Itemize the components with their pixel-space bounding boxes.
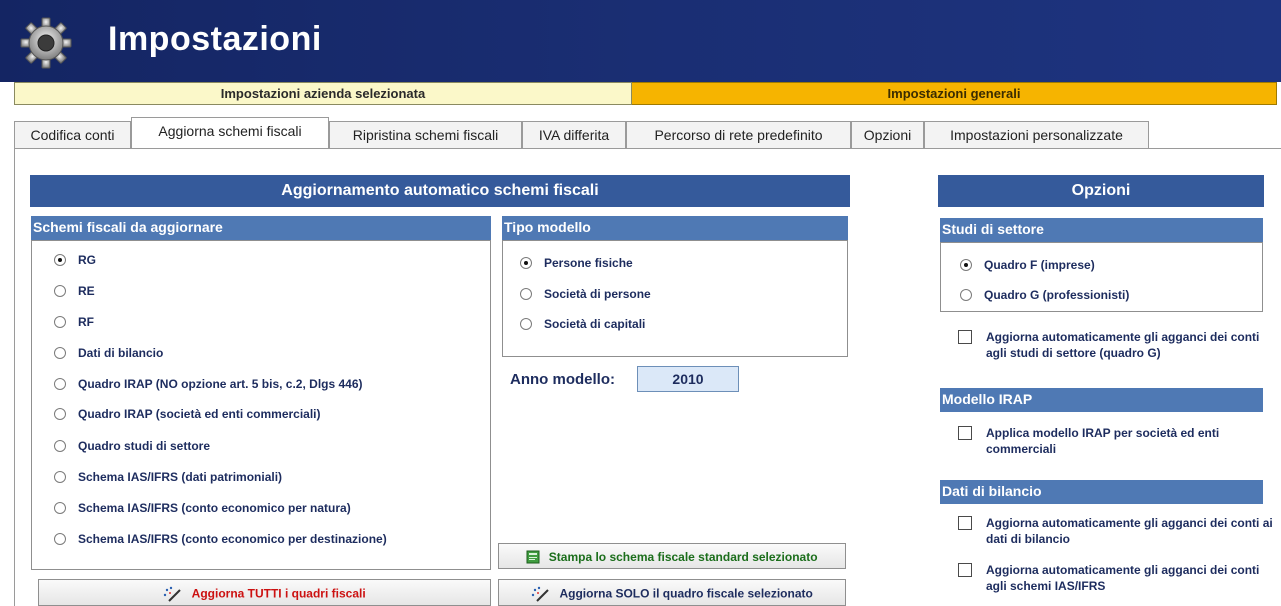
page-border [14, 148, 15, 606]
auto-update-banner: Aggiornamento automatico schemi fiscali [30, 175, 850, 207]
radio-button[interactable] [54, 440, 66, 452]
radio-button[interactable] [54, 347, 66, 359]
magic-wand-icon [164, 586, 182, 602]
check-label: Aggiorna automaticamente gli agganci dei… [986, 516, 1273, 546]
tab-codifica-conti[interactable]: Codifica conti [14, 121, 131, 148]
radio-button[interactable] [520, 318, 532, 330]
radio-button[interactable] [960, 259, 972, 271]
title-bar: Impostazioni [0, 0, 1281, 82]
check-dati-bilancio[interactable]: Aggiorna automaticamente gli agganci dei… [958, 515, 1278, 549]
general-settings-tab[interactable]: Impostazioni generali [632, 82, 1277, 105]
studi-settore-panel: Quadro F (imprese) Quadro G (professioni… [940, 242, 1263, 312]
radio-label: Quadro F (imprese) [984, 258, 1095, 272]
radio-label: Dati di bilancio [78, 346, 164, 360]
tipo-modello-header: Tipo modello [502, 216, 848, 240]
radio-button[interactable] [960, 289, 972, 301]
radio-button[interactable] [54, 378, 66, 390]
check-irap[interactable]: Applica modello IRAP per società ed enti… [958, 425, 1278, 459]
tab-divider [14, 148, 1281, 149]
radio-label: Schema IAS/IFRS (conto economico per des… [78, 532, 387, 546]
tab-impostazioni-personalizzate[interactable]: Impostazioni personalizzate [924, 121, 1149, 148]
update-all-label: Aggiorna TUTTI i quadri fiscali [191, 586, 366, 601]
checkbox[interactable] [958, 516, 972, 530]
magic-wand-icon [531, 586, 549, 602]
schemi-header: Schemi fiscali da aggiornare [31, 216, 491, 240]
tab-iva-differita[interactable]: IVA differita [522, 121, 626, 148]
radio-label: RE [78, 284, 95, 298]
checkbox[interactable] [958, 563, 972, 577]
radio-label: Quadro G (professionisti) [984, 288, 1130, 302]
radio-button[interactable] [54, 408, 66, 420]
radio-button[interactable] [520, 257, 532, 269]
radio-label: Persone fisiche [544, 256, 633, 270]
check-studi-settore[interactable]: Aggiorna automaticamente gli agganci dei… [958, 329, 1278, 363]
modello-irap-header: Modello IRAP [940, 388, 1263, 412]
book-icon [526, 550, 540, 564]
studi-settore-header: Studi di settore [940, 218, 1263, 242]
radio-label: RF [78, 315, 94, 329]
radio-button[interactable] [54, 285, 66, 297]
tab-percorso-di-rete[interactable]: Percorso di rete predefinito [626, 121, 851, 148]
company-settings-tab[interactable]: Impostazioni azienda selezionata [14, 82, 632, 105]
window-title: Impostazioni [108, 20, 322, 58]
tipo-modello-panel: Persone fisiche Società di persone Socie… [502, 240, 848, 357]
print-schema-label: Stampa lo schema fiscale standard selezi… [548, 549, 818, 564]
radio-label: Schema IAS/IFRS (conto economico per nat… [78, 501, 351, 515]
check-label: Applica modello IRAP per società ed enti… [986, 426, 1220, 456]
schemi-panel: RG RE RF Dati di bilancio Quadro IRAP (N… [31, 240, 491, 570]
check-label: Aggiorna automaticamente gli agganci dei… [986, 563, 1260, 593]
checkbox[interactable] [958, 330, 972, 344]
radio-label: Quadro IRAP (società ed enti commerciali… [78, 407, 321, 421]
radio-button[interactable] [54, 533, 66, 545]
checkbox[interactable] [958, 426, 972, 440]
settings-scope-bar: Impostazioni azienda selezionata Imposta… [14, 82, 1277, 105]
radio-label: Quadro studi di settore [78, 439, 211, 453]
options-banner: Opzioni [938, 175, 1264, 207]
gear-icon [20, 17, 72, 69]
tab-opzioni[interactable]: Opzioni [851, 121, 924, 148]
print-schema-button[interactable]: Stampa lo schema fiscale standard selezi… [498, 543, 846, 569]
check-ias-ifrs[interactable]: Aggiorna automaticamente gli agganci dei… [958, 562, 1278, 596]
tab-aggiorna-schemi-fiscali[interactable]: Aggiorna schemi fiscali [131, 117, 329, 149]
radio-button[interactable] [54, 502, 66, 514]
update-selected-button[interactable]: Aggiorna SOLO il quadro fiscale selezion… [498, 579, 846, 606]
radio-label: Schema IAS/IFRS (dati patrimoniali) [78, 470, 283, 484]
radio-button[interactable] [54, 316, 66, 328]
radio-button[interactable] [54, 254, 66, 266]
anno-modello-field[interactable]: 2010 [637, 366, 739, 392]
radio-label: RG [78, 253, 96, 267]
radio-label: Quadro IRAP (NO opzione art. 5 bis, c.2,… [78, 377, 363, 391]
radio-label: Società di capitali [544, 317, 646, 331]
radio-button[interactable] [520, 288, 532, 300]
anno-modello-label: Anno modello: [510, 371, 615, 388]
update-selected-label: Aggiorna SOLO il quadro fiscale selezion… [559, 586, 813, 601]
radio-button[interactable] [54, 471, 66, 483]
tab-ripristina-schemi-fiscali[interactable]: Ripristina schemi fiscali [329, 121, 522, 148]
check-label: Aggiorna automaticamente gli agganci dei… [986, 330, 1260, 360]
update-all-button[interactable]: Aggiorna TUTTI i quadri fiscali [38, 579, 491, 606]
radio-label: Società di persone [544, 287, 651, 301]
dati-bilancio-header: Dati di bilancio [940, 480, 1263, 504]
